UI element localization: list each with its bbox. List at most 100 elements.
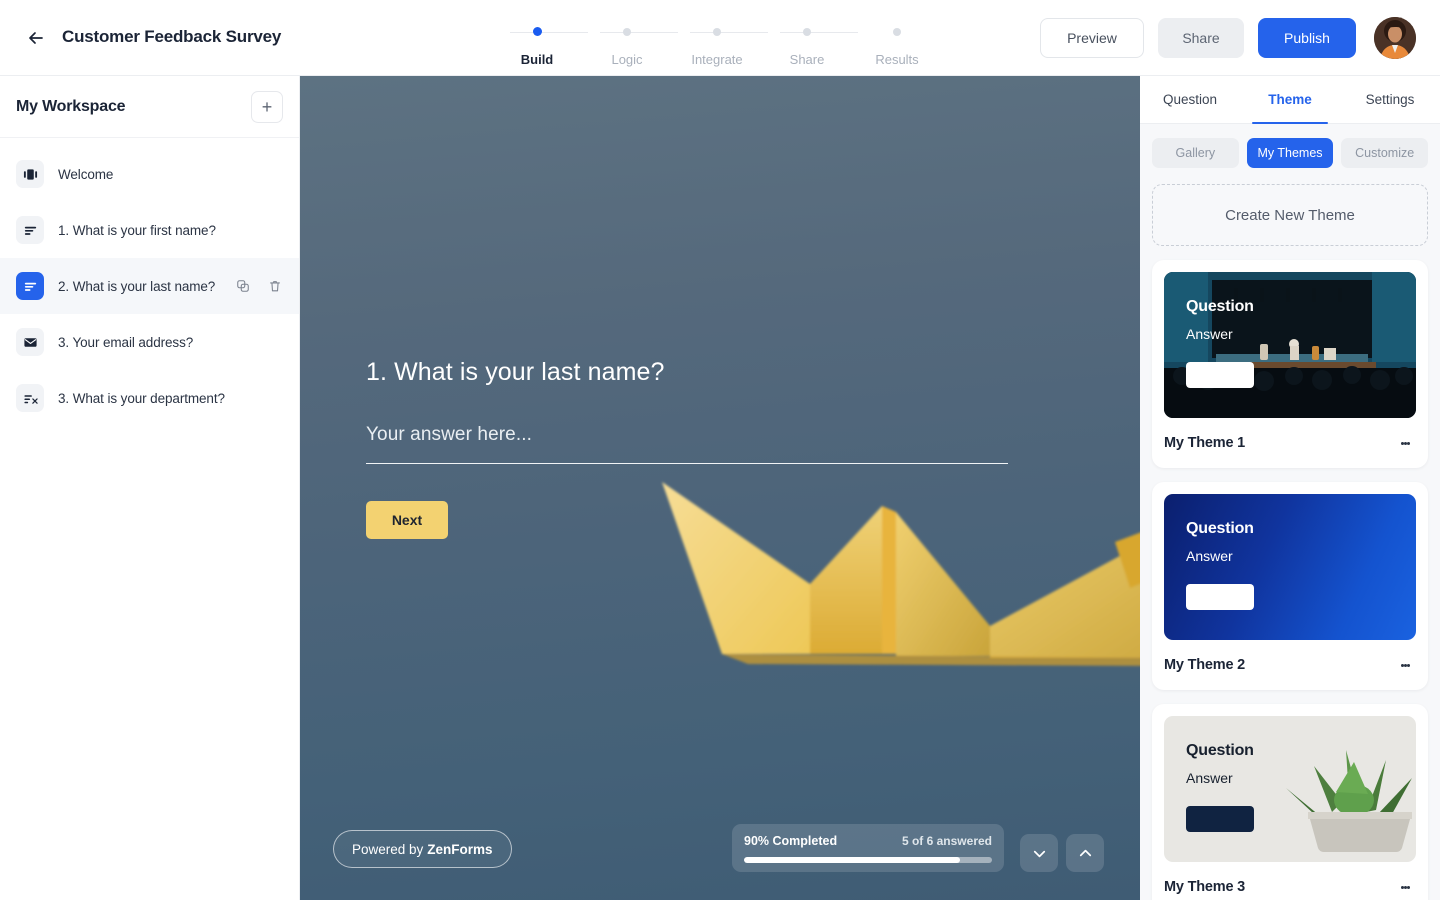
publish-button[interactable]: Publish [1258,18,1356,58]
short-text-icon [16,272,44,300]
sidebar-item-first-name[interactable]: 1. What is your first name? [0,202,299,258]
email-icon [16,328,44,356]
theme-preview-answer: Answer [1186,770,1233,786]
powered-by-badge[interactable]: Powered by ZenForms [333,830,512,868]
step-dot-icon [893,28,901,36]
progress-bar [744,857,992,863]
sidebar-item-last-name[interactable]: 2. What is your last name? [0,258,299,314]
theme-card-footer: My Theme 1 [1164,418,1416,468]
question-title: 1. What is your last name? [366,358,665,386]
theme-card-footer: My Theme 3 [1164,862,1416,900]
chevron-up-icon [1079,849,1091,856]
right-panel: Question Theme Settings Gallery My Theme… [1140,76,1440,900]
theme-name: My Theme 2 [1164,657,1245,673]
avatar-image [1374,17,1416,59]
answer-input[interactable]: Your answer here... [366,424,1008,464]
progress-labels: 90% Completed 5 of 6 answered [744,834,992,848]
top-bar: Customer Feedback Survey Build Logic Int… [0,0,1440,76]
segment-gallery[interactable]: Gallery [1152,138,1239,168]
tab-theme[interactable]: Theme [1240,76,1340,124]
theme-card[interactable]: Question Answer My Theme 1 [1152,260,1428,468]
back-button[interactable] [20,22,52,54]
choice-icon [16,384,44,412]
step-dot-icon [803,28,811,36]
theme-preview-question: Question [1186,298,1254,315]
theme-name: My Theme 3 [1164,879,1245,895]
segment-my-themes[interactable]: My Themes [1246,138,1334,168]
sidebar-item-label: Welcome [58,166,114,182]
theme-preview: Question Answer [1164,272,1416,418]
slide-icon [16,160,44,188]
trash-icon [270,281,280,292]
theme-card[interactable]: Question Answer My Theme 2 [1152,482,1428,690]
create-new-theme-button[interactable]: Create New Theme [1152,184,1428,246]
preview-button[interactable]: Preview [1040,18,1144,58]
canvas-nav-buttons [1020,834,1104,872]
dot-icon [1406,885,1410,889]
delete-question-button[interactable] [265,276,285,296]
stepper-label: Share [789,52,825,67]
next-button[interactable]: Next [366,501,448,539]
workspace-header: My Workspace + [0,76,299,138]
short-text-icon [16,216,44,244]
sidebar-item-label: 1. What is your first name? [58,222,216,238]
sidebar-item-email[interactable]: 3. Your email address? [0,314,299,370]
sidebar-item-welcome[interactable]: Welcome [0,146,299,202]
stepper-line [510,32,588,33]
theme-name: My Theme 1 [1164,435,1245,451]
progress-answered: 5 of 6 answered [901,834,992,848]
theme-preview: Question Answer [1164,716,1416,862]
build-stepper: Build Logic Integrate Share Results [500,14,940,67]
step-dot-icon [713,28,721,36]
duplicate-question-button[interactable] [233,276,253,296]
progress-percent: 90% Completed [744,834,838,848]
theme-segment-control: Gallery My Themes Customize [1140,124,1440,178]
top-actions: Preview Share Publish [1040,0,1440,76]
theme-options-button[interactable] [1394,432,1416,454]
chevron-down-icon [1033,850,1045,857]
copy-icon [237,280,249,292]
add-question-button[interactable]: + [251,91,283,123]
step-dot-icon [623,28,631,36]
form-preview-canvas: 1. What is your last name? Your answer h… [300,76,1140,900]
answer-placeholder: Your answer here... [366,424,532,445]
sidebar-item-label: 2. What is your last name? [58,278,216,294]
segment-customize[interactable]: Customize [1341,138,1429,168]
sidebar: My Workspace + Welcome 1. What is your f… [0,76,300,900]
workspace-title: My Workspace [16,97,126,115]
avatar[interactable] [1374,17,1416,59]
previous-question-button[interactable] [1020,834,1058,872]
stepper-label: Build [520,52,554,67]
stepper-track: Build Logic Integrate Share Results [500,26,940,67]
progress-bar-fill [744,857,960,863]
tab-settings[interactable]: Settings [1340,76,1440,123]
theme-preview-question: Question [1186,742,1254,759]
sidebar-item-department[interactable]: 3. What is your department? [0,370,299,426]
theme-preview-button [1186,362,1254,388]
next-question-button[interactable] [1066,834,1104,872]
plant-background-image [1164,716,1416,862]
dot-icon [1406,441,1410,445]
theme-preview-question: Question [1186,520,1254,537]
progress-panel: 90% Completed 5 of 6 answered [732,824,1004,872]
stepper-line [600,32,678,33]
stepper-label: Logic [611,52,643,67]
panel-tabs: Question Theme Settings [1140,76,1440,124]
question-list: Welcome 1. What is your first name? 2. W… [0,138,299,426]
stepper-label: Results [875,52,919,67]
stepper-label: Integrate [691,52,743,67]
step-dot-icon [533,27,542,36]
theme-options-button[interactable] [1394,876,1416,898]
theme-card-footer: My Theme 2 [1164,640,1416,690]
tab-question[interactable]: Question [1140,76,1240,123]
page-title: Customer Feedback Survey [62,27,282,46]
arrow-left-icon [29,32,43,44]
theme-options-button[interactable] [1394,654,1416,676]
concert-background-image [1164,272,1416,418]
theme-preview-button [1186,584,1254,610]
share-button[interactable]: Share [1158,18,1244,58]
row-actions [233,276,285,296]
theme-card[interactable]: Question Answer My Theme 3 [1152,704,1428,900]
powered-prefix: Powered by [352,841,424,857]
theme-preview-answer: Answer [1186,326,1233,342]
